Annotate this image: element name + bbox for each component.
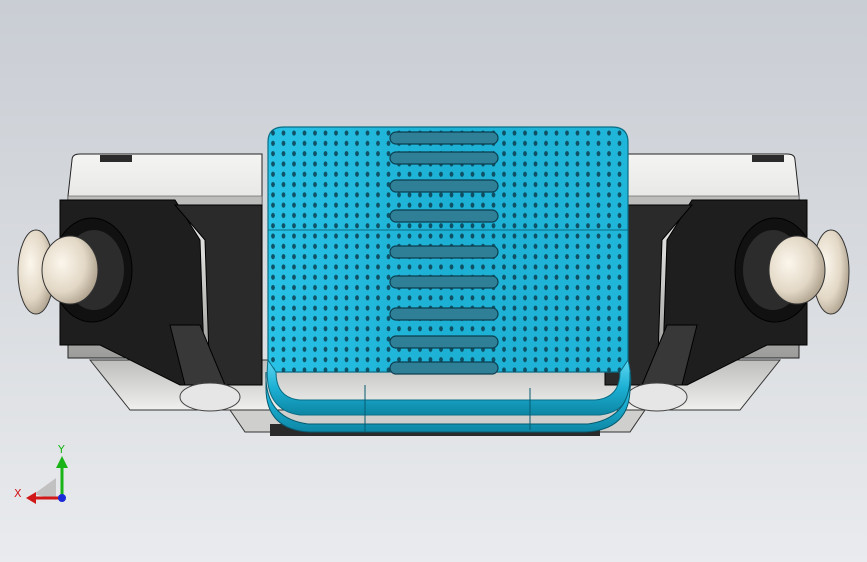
seat-slot: [389, 151, 499, 165]
seat-slot: [389, 361, 499, 375]
y-axis-label: Y: [58, 443, 65, 456]
seat-slot: [389, 131, 499, 145]
seat-slot: [389, 245, 499, 259]
axis-triad: [26, 456, 68, 504]
model-view[interactable]: [0, 0, 867, 562]
z-axis-dot: [58, 494, 66, 502]
x-axis-head: [26, 492, 36, 504]
cad-viewport[interactable]: Y X: [0, 0, 867, 562]
seat-slot: [389, 335, 499, 349]
seat-slot: [389, 275, 499, 289]
seat-slot: [389, 179, 499, 193]
x-axis-label: X: [14, 487, 22, 500]
y-axis-head: [56, 456, 68, 468]
seat-slot: [389, 209, 499, 223]
seat-slot: [389, 307, 499, 321]
